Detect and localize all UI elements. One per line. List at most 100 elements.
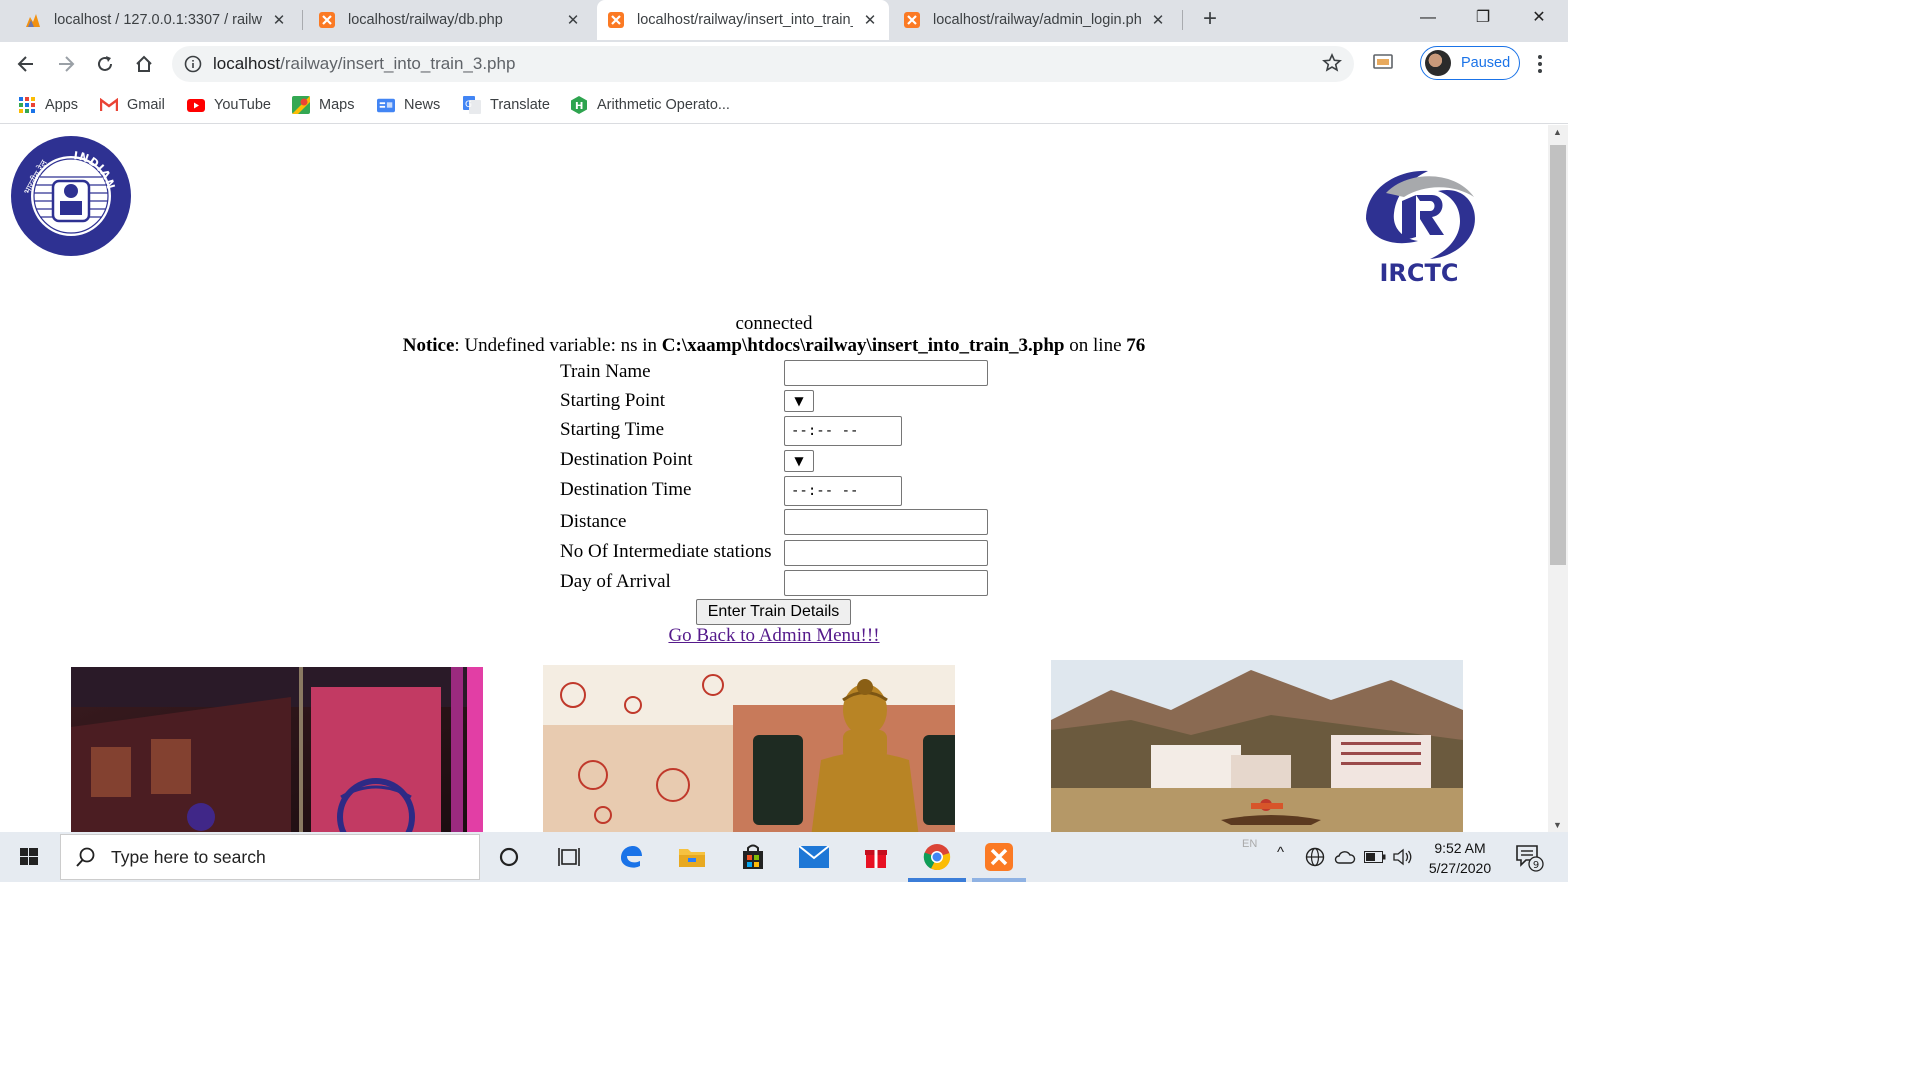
url-host: localhost	[213, 54, 281, 73]
enter-train-details-button[interactable]: Enter Train Details	[696, 599, 851, 625]
bookmark-label: Maps	[319, 97, 355, 113]
forward-button[interactable]	[50, 48, 82, 80]
chrome-icon[interactable]	[920, 840, 954, 874]
avatar	[1425, 50, 1451, 76]
task-view-icon[interactable]	[552, 840, 586, 874]
notice-line-number: 76	[1126, 335, 1146, 356]
network-globe-icon[interactable]	[1305, 847, 1325, 867]
taskbar-search-box[interactable]: Type here to search	[60, 834, 480, 880]
search-icon	[76, 847, 95, 867]
news-icon	[377, 96, 395, 114]
menu-dots-icon[interactable]	[1530, 52, 1550, 76]
windows-start-icon[interactable]	[8, 842, 50, 872]
notification-count: 9	[1533, 860, 1539, 871]
destination-time-label: Destination Time	[560, 479, 692, 500]
tab-admin-login[interactable]: localhost/railway/admin_login.php ✕	[893, 0, 1177, 40]
xampp-icon	[608, 12, 624, 28]
info-icon[interactable]	[184, 55, 202, 73]
bookmark-gmail[interactable]: Gmail	[100, 93, 165, 117]
file-explorer-icon[interactable]	[675, 840, 709, 874]
h-icon: H	[570, 96, 588, 114]
scrollbar-thumb[interactable]	[1550, 145, 1566, 565]
battery-icon[interactable]	[1364, 851, 1386, 863]
taskbar-clock[interactable]: 9:52 AM 5/27/2020	[1418, 838, 1502, 878]
intermediate-stations-label: No Of Intermediate stations	[560, 541, 772, 562]
profile-button[interactable]: Paused	[1420, 46, 1520, 80]
indian-railways-logo: INDIAN RAILWAYS भारतीय रेल	[10, 135, 131, 256]
page-content: INDIAN RAILWAYS भारतीय रेल IRCTC connect…	[0, 125, 1548, 832]
scroll-down-icon[interactable]: ▼	[1553, 820, 1562, 830]
starting-time-label: Starting Time	[560, 419, 664, 440]
starting-time-input[interactable]: --:-- --	[784, 416, 902, 446]
intermediate-stations-input[interactable]	[784, 540, 988, 566]
translate-icon: G	[463, 96, 481, 114]
page-scrollbar[interactable]: ▲ ▼	[1548, 125, 1568, 832]
show-hidden-icons-chevron-icon[interactable]: ^	[1277, 844, 1284, 861]
day-of-arrival-input[interactable]	[784, 570, 988, 596]
edge-browser-icon[interactable]	[614, 840, 648, 874]
notice-online: on line	[1064, 335, 1127, 356]
tab-insert-into-train[interactable]: localhost/railway/insert_into_train_3.ph…	[597, 0, 889, 40]
bookmark-apps[interactable]: Apps	[18, 93, 78, 117]
store-icon[interactable]	[736, 840, 770, 874]
irctc-logo-text: IRCTC	[1379, 259, 1458, 287]
bookmark-star-icon[interactable]	[1322, 53, 1342, 73]
bookmark-label: Translate	[490, 97, 550, 113]
input-language[interactable]: EN	[1242, 838, 1257, 850]
notice-path: C:\xaamp\htdocs\railway\insert_into_trai…	[661, 335, 1065, 356]
phpmyadmin-icon	[26, 14, 40, 27]
close-tab-icon[interactable]: ✕	[270, 11, 288, 29]
back-button[interactable]	[10, 48, 42, 80]
action-center-icon[interactable]: 9	[1512, 840, 1546, 874]
close-tab-icon[interactable]: ✕	[564, 11, 582, 29]
mail-icon[interactable]	[797, 840, 831, 874]
bookmarks-bar: Apps Gmail YouTube Maps News G Translate…	[0, 86, 1568, 124]
xampp-icon	[319, 12, 335, 28]
tab-title: localhost/railway/admin_login.php	[933, 12, 1141, 28]
destination-point-select[interactable]: ▼	[784, 450, 814, 472]
xampp-taskbar-icon[interactable]	[982, 840, 1016, 874]
home-button[interactable]	[128, 48, 160, 80]
search-placeholder: Type here to search	[111, 846, 266, 867]
address-bar[interactable]: localhost/railway/insert_into_train_3.ph…	[172, 46, 1354, 82]
reload-icon	[98, 56, 112, 71]
close-tab-icon[interactable]: ✕	[1149, 11, 1167, 29]
new-tab-button[interactable]: +	[1196, 6, 1224, 34]
reload-button[interactable]	[89, 48, 121, 80]
bookmark-maps[interactable]: Maps	[292, 93, 354, 117]
back-to-admin-menu-link[interactable]: Go Back to Admin Menu!!!	[0, 625, 1548, 647]
bookmark-youtube[interactable]: YouTube	[187, 93, 271, 117]
connection-status: connected	[735, 313, 813, 334]
destination-time-input[interactable]: --:-- --	[784, 476, 902, 506]
tab-db[interactable]: localhost/railway/db.php ✕	[308, 0, 592, 40]
buddha-train-photo	[543, 665, 955, 832]
bookmark-news[interactable]: News	[377, 93, 440, 117]
php-output: connected Notice: Undefined variable: ns…	[0, 313, 1548, 357]
close-tab-icon[interactable]: ✕	[861, 11, 879, 29]
minimize-button[interactable]: —	[1405, 4, 1451, 34]
scroll-up-icon[interactable]: ▲	[1553, 127, 1562, 137]
tab-strip: localhost / 127.0.0.1:3307 / railway ✕ l…	[0, 0, 1568, 42]
onedrive-cloud-icon[interactable]	[1334, 848, 1356, 866]
url-path: /railway/insert_into_train_3.php	[280, 54, 516, 73]
bookmark-label: Gmail	[127, 97, 165, 113]
chrome-active-indicator	[908, 878, 966, 882]
starting-point-select[interactable]: ▼	[784, 390, 814, 412]
bookmark-arithmetic[interactable]: H Arithmetic Operato...	[570, 93, 730, 117]
distance-input[interactable]	[784, 509, 988, 535]
windows-taskbar: Type here to search EN ^ 9:52 AM 5/27/20…	[0, 832, 1568, 882]
browser-toolbar: localhost/railway/insert_into_train_3.ph…	[0, 42, 1568, 86]
back-arrow-icon	[17, 56, 33, 72]
url-text[interactable]: localhost/railway/insert_into_train_3.ph…	[213, 54, 515, 74]
train-name-input[interactable]	[784, 360, 988, 386]
irctc-logo: IRCTC	[1366, 170, 1475, 287]
close-window-button[interactable]: ✕	[1516, 4, 1562, 34]
xampp-icon	[904, 12, 920, 28]
cast-icon[interactable]	[1372, 52, 1394, 72]
restore-button[interactable]: ❐	[1460, 4, 1506, 34]
tab-phpmyadmin[interactable]: localhost / 127.0.0.1:3307 / railway ✕	[14, 0, 298, 40]
volume-icon[interactable]	[1392, 847, 1414, 867]
gift-app-icon[interactable]	[859, 840, 893, 874]
cortana-icon[interactable]	[492, 840, 526, 874]
bookmark-translate[interactable]: G Translate	[463, 93, 550, 117]
